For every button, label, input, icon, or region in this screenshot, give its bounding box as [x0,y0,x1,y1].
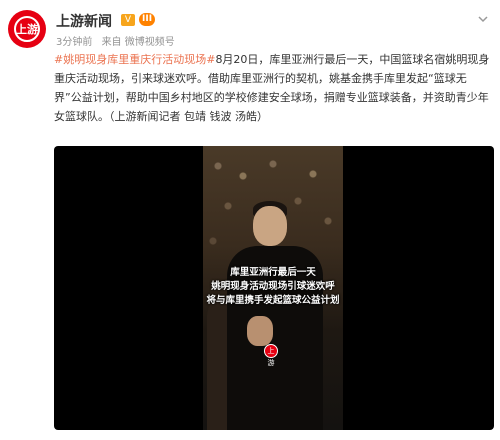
hashtag-link[interactable]: #姚明现身库里重庆行活动现场# [54,53,215,66]
account-name[interactable]: 上游新闻 [56,11,112,31]
post-time[interactable]: 3分钟前 [56,37,92,48]
post-source[interactable]: 来自 微博视频号 [102,37,175,48]
person-head [253,206,287,246]
level-badge: III [139,13,156,26]
post-meta: 3分钟前 来自 微博视频号 [56,33,181,48]
caption-line-1: 库里亚洲行最后一天 [230,267,316,278]
verified-v-icon: V [121,14,135,26]
caption-line-2: 姚明现身活动现场引球迷欢呼 [211,281,335,292]
avatar[interactable]: 上游 [8,10,46,48]
video-player[interactable]: 上游 库里亚洲行最后一天 姚明现身活动现场引球迷欢呼 将与库里携手发起篮球公益计… [54,146,494,430]
post-text: #姚明现身库里重庆行活动现场#8月20日，库里亚洲行最后一天，中国篮球名宿姚明现… [54,50,492,126]
raised-hand [247,316,273,346]
video-watermark-logo: 上游 [264,344,278,367]
avatar-logo: 上游 [14,16,40,42]
video-caption: 库里亚洲行最后一天 姚明现身活动现场引球迷欢呼 将与库里携手发起篮球公益计划 [203,266,343,308]
caption-line-3: 将与库里携手发起篮球公益计划 [206,295,340,306]
chevron-down-icon[interactable] [478,14,488,24]
video-frame[interactable]: 上游 库里亚洲行最后一天 姚明现身活动现场引球迷欢呼 将与库里携手发起篮球公益计… [203,146,343,430]
